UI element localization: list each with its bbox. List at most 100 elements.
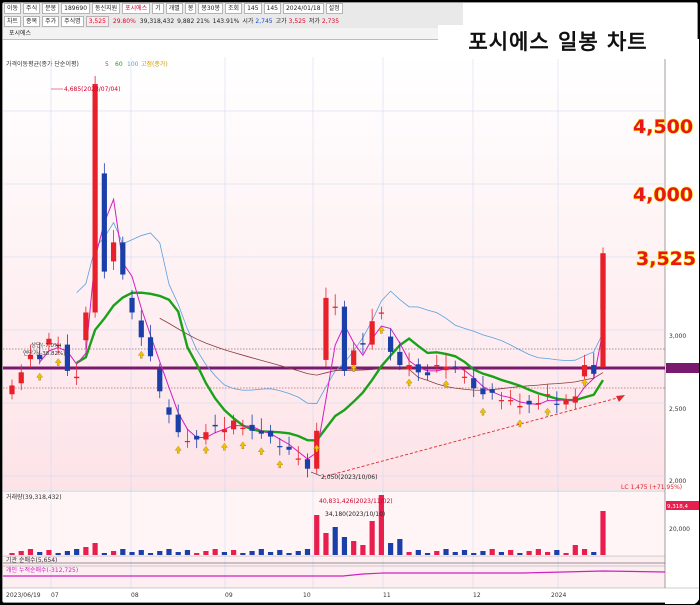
toolbar-item[interactable]: 봉30봉 (198, 3, 224, 14)
info-text: 2,745 (255, 18, 273, 25)
start-price-label-2: 연단가(-38.82%) (23, 349, 65, 357)
candle-body (267, 430, 274, 437)
toolbar-item[interactable]: 종목 (23, 16, 41, 27)
volume-bar (286, 553, 292, 555)
toolbar-item[interactable]: 주식 (23, 3, 41, 14)
toolbar-item[interactable]: 분봉 (42, 3, 60, 14)
volume-bar (452, 552, 458, 555)
volume-bar (323, 533, 329, 555)
candle-body (9, 385, 15, 395)
volume-bar (92, 543, 98, 555)
settings-button[interactable]: 설정 (325, 3, 343, 14)
stock-name-field[interactable]: 포시에스 (122, 3, 151, 14)
candle-body (471, 378, 477, 389)
volume-bar (498, 552, 505, 555)
candle-body (351, 350, 357, 366)
volume-bar (406, 552, 412, 555)
volume-bar (231, 550, 237, 555)
toolbar-item[interactable]: 주가 (42, 16, 60, 27)
volume-bar (314, 515, 320, 555)
axis-2000: 2,000 (669, 478, 686, 485)
candle-body (304, 459, 311, 469)
x-tick-label: 12 (473, 592, 481, 599)
volume-bar (221, 552, 227, 555)
volume-bar (535, 549, 541, 555)
annot-4500: 4,500 (633, 116, 693, 138)
info-text: 21% (196, 18, 210, 25)
candle-body (388, 336, 394, 352)
toolbar-item[interactable]: 기 (152, 3, 164, 14)
volume-bar (203, 551, 209, 555)
candle-body (508, 400, 514, 402)
candle-body (277, 446, 283, 448)
toolbar-item[interactable]: 주식명 (61, 16, 84, 27)
candle-body (138, 320, 144, 338)
candle-body (424, 372, 431, 376)
volume-bar (388, 543, 394, 555)
volume-bar (461, 550, 468, 555)
candle-body (175, 414, 181, 433)
volume-bar (138, 550, 144, 555)
candle-body (397, 351, 403, 366)
candle-body (240, 427, 246, 430)
candle-body (147, 337, 154, 357)
candle-body (221, 429, 227, 433)
volume-bar (83, 547, 89, 555)
volume-bar (341, 537, 348, 555)
volume-bar (18, 551, 24, 555)
volume-bar (46, 550, 52, 555)
last-candle-body (600, 253, 606, 368)
sub2-header: 개인 누적순매수(-312,725) (6, 566, 78, 574)
candle-body (74, 376, 80, 379)
candle-body (434, 365, 440, 367)
candle-body (535, 403, 541, 405)
volume-bar (166, 549, 172, 555)
candle-body (406, 365, 412, 370)
candle-body (83, 312, 89, 341)
candle-body (369, 321, 375, 345)
toolbar-item[interactable]: 동신지원 (92, 3, 121, 14)
volume-bar (332, 527, 338, 555)
toolbar-item[interactable]: 봉 (184, 3, 197, 14)
volume-bar (55, 553, 61, 555)
change-pct: 29.80% (112, 18, 136, 25)
toolbar-item[interactable]: 개별 (165, 3, 183, 14)
volume-bar (64, 551, 71, 555)
candle-body (360, 343, 366, 345)
info-text: 고가 (275, 18, 287, 25)
candle-body (544, 394, 551, 396)
stock-title-tab[interactable]: 포시에스 (9, 30, 31, 37)
candle (120, 236, 126, 280)
volume-axis-label: 20,000 (669, 526, 690, 533)
volume-bar (480, 551, 486, 555)
screenshot-frame: 이동 주식 분봉 189690 동신지원 포시에스 기 개별 봉 봉30봉 조회 145 145 2024… (0, 0, 700, 605)
stock-code-input[interactable]: 189690 (61, 3, 91, 14)
volume-header: 거래량(39,318,432) (6, 493, 62, 501)
axis-2500: 2,500 (669, 406, 686, 413)
volume-bar (424, 553, 431, 555)
query-button[interactable]: 조회 (225, 3, 243, 14)
toolbar-item[interactable]: 차트 (4, 16, 22, 27)
candle-body (581, 365, 588, 377)
indicator-label: 가격이동평균(종가 단순이평) (6, 60, 79, 68)
info-text: 3,525 (288, 18, 306, 25)
toolbar-item[interactable]: 이동 (4, 3, 22, 14)
date-field[interactable]: 2024/01/18 (282, 3, 324, 14)
count-field[interactable]: 145 (244, 3, 262, 14)
volume-bar (194, 553, 200, 555)
candle-body (526, 400, 532, 405)
x-tick-label: 10 (303, 592, 311, 599)
lc-label: LC 1,475 (+71.95%) (621, 484, 682, 491)
volume-bar (304, 549, 311, 555)
current-price-tag (666, 363, 699, 373)
volume-peak-label-2: 34,180(2023/10/10) (325, 511, 385, 518)
x-tick-label: 09 (225, 592, 233, 599)
candlestick-chart: 가격이동평균(종가 단순이평) 5 60 100 고점(종가) 4,685(20… (3, 39, 699, 604)
x-tick-label: 2024 (551, 592, 566, 599)
volume-bar (9, 553, 15, 555)
volume-bar (572, 545, 578, 555)
candle-body (166, 407, 172, 415)
count-field[interactable]: 145 (263, 3, 281, 14)
low-annotation: 2,050(2023/10/06) (310, 471, 377, 481)
candle-body (572, 396, 578, 403)
